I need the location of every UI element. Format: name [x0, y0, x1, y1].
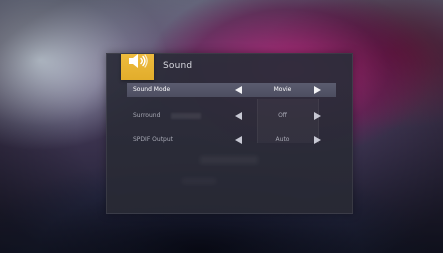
tv-background: Sound Sound Mode Movie Surround Off SPDI…	[0, 0, 443, 253]
setting-value-surround: Off	[278, 112, 287, 119]
surround-left-arrow-icon[interactable]	[235, 112, 242, 120]
setting-value-spdif-output: Auto	[275, 136, 290, 143]
faded-hidden-option	[200, 156, 258, 164]
setting-label-sound-mode: Sound Mode	[133, 86, 171, 93]
faded-hidden-detail	[182, 178, 216, 184]
setting-row-surround[interactable]: Surround Off	[127, 109, 336, 123]
spdif-output-left-arrow-icon[interactable]	[235, 136, 242, 144]
spdif-output-right-arrow-icon[interactable]	[314, 136, 321, 144]
dialog-title: Sound	[163, 61, 193, 71]
surround-right-arrow-icon[interactable]	[314, 112, 321, 120]
setting-label-surround: Surround	[133, 112, 161, 119]
sound-mode-left-arrow-icon[interactable]	[235, 86, 242, 94]
setting-row-sound-mode[interactable]: Sound Mode Movie	[127, 83, 336, 97]
surround-blurred-track	[171, 113, 201, 119]
setting-label-spdif-output: SPDIF Output	[133, 136, 174, 143]
dialog-header: Sound	[107, 54, 352, 86]
setting-value-sound-mode: Movie	[273, 86, 292, 93]
speaker-icon	[129, 54, 148, 68]
sound-mode-right-arrow-icon[interactable]	[314, 86, 321, 94]
setting-row-spdif-output[interactable]: SPDIF Output Auto	[127, 133, 336, 147]
sound-settings-dialog: Sound Sound Mode Movie Surround Off SPDI…	[106, 53, 353, 214]
sound-category-icon-tile	[121, 54, 154, 80]
